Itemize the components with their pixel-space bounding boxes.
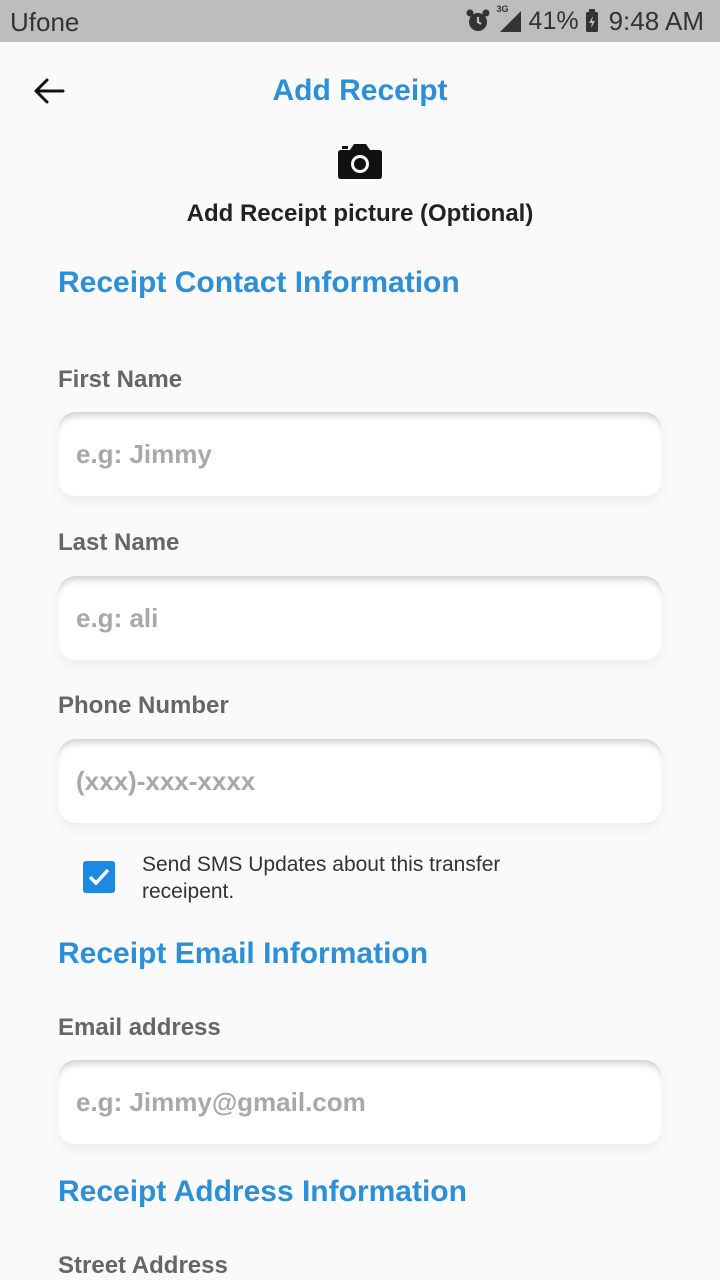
email-label: Email address — [58, 1014, 221, 1041]
contact-section-title: Receipt Contact Information — [58, 266, 460, 299]
email-section-title: Receipt Email Information — [58, 937, 429, 970]
street-address-label: Street Address — [58, 1252, 228, 1279]
add-picture-button[interactable] — [337, 142, 383, 180]
first-name-input[interactable] — [58, 412, 662, 496]
battery-percent: 41% — [528, 6, 579, 35]
sms-updates-checkbox[interactable] — [83, 861, 115, 893]
add-picture-label: Add Receipt picture (Optional) — [186, 200, 534, 227]
signal-icon: 3G — [497, 4, 523, 34]
status-bar: Ufone 3G 41% 9:48 AM — [0, 0, 720, 42]
carrier-name: Ufone — [10, 7, 80, 37]
battery-icon — [585, 9, 599, 33]
camera-icon — [338, 144, 382, 179]
email-input[interactable] — [58, 1060, 662, 1144]
first-name-label: First Name — [58, 366, 183, 393]
phone-label: Phone Number — [58, 692, 229, 719]
sms-updates-label: Send SMS Updates about this transfer rec… — [142, 853, 501, 903]
last-name-label: Last Name — [58, 529, 180, 556]
status-icons: 3G 41% 9:48 AM — [465, 4, 704, 37]
address-section-title: Receipt Address Information — [58, 1175, 467, 1208]
page-title: Add Receipt — [272, 74, 448, 107]
clock-time: 9:48 AM — [608, 5, 704, 36]
alarm-icon — [465, 8, 491, 34]
checkmark-icon — [88, 868, 110, 886]
network-type-label: 3G — [496, 4, 509, 14]
phone-input[interactable] — [58, 739, 662, 823]
last-name-input[interactable] — [58, 576, 662, 660]
